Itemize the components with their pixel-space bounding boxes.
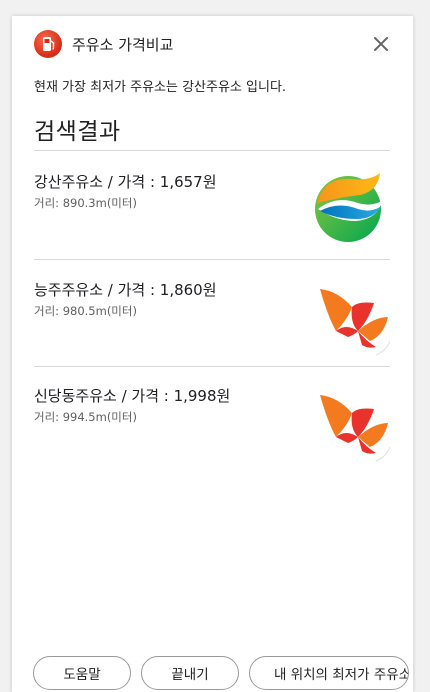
sk-energy-logo [320,289,390,356]
summary-text: 현재 가장 최저가 주유소는 강산주유소 입니다. [34,80,287,95]
app-header: 주유소 가격비교 [34,28,393,60]
result-title: 신당동주유소 / 가격 : 1,998원 [34,387,231,405]
fuel-pump-icon [34,30,62,58]
close-icon [374,37,388,51]
result-item[interactable]: 신당동주유소 / 가격 : 1,998원 거리: 994.5m(미터) [34,385,390,477]
app-title: 주유소 가격비교 [72,35,174,54]
sk-energy-logo [320,395,390,462]
result-distance: 거리: 890.3m(미터) [34,196,137,210]
result-title: 강산주유소 / 가격 : 1,657원 [34,173,217,191]
nearby-cheapest-button[interactable]: 내 위치의 최저가 주유소 [249,656,409,690]
result-item[interactable]: 능주주유소 / 가격 : 1,860원 거리: 980.5m(미터) [34,279,390,371]
divider [34,259,390,260]
quit-button[interactable]: 끝내기 [141,656,239,690]
result-item[interactable]: 강산주유소 / 가격 : 1,657원 거리: 890.3m(미터) [34,171,390,263]
close-button[interactable] [369,32,393,56]
results-heading: 검색결과 [34,119,121,145]
suggestion-chips: 도움말 끝내기 내 위치의 최저가 주유소 [33,656,409,690]
help-button[interactable]: 도움말 [33,656,131,690]
divider [34,366,390,367]
s-oil-logo [315,173,382,242]
divider [34,150,390,151]
result-distance: 거리: 994.5m(미터) [34,410,137,424]
result-distance: 거리: 980.5m(미터) [34,304,137,318]
chat-card: 주유소 가격비교 현재 가장 최저가 주유소는 강산주유소 입니다. 검색결과 … [12,16,413,692]
result-title: 능주주유소 / 가격 : 1,860원 [34,281,217,299]
